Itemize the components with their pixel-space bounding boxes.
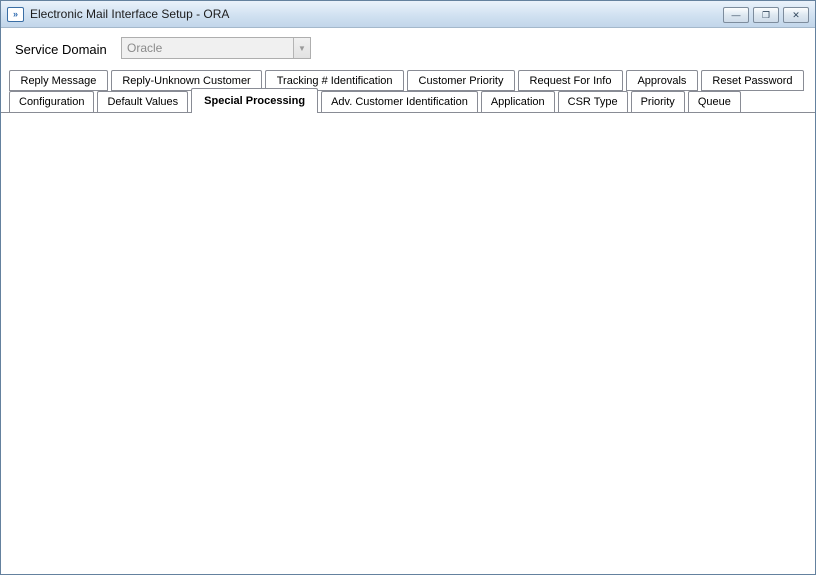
tab-special-processing[interactable]: Special Processing <box>191 88 318 113</box>
tab-customer-priority[interactable]: Customer Priority <box>407 70 515 91</box>
tab-configuration[interactable]: Configuration <box>9 91 94 112</box>
tab-priority[interactable]: Priority <box>631 91 685 112</box>
tab-application[interactable]: Application <box>481 91 555 112</box>
chevron-down-icon[interactable]: ▼ <box>293 38 310 58</box>
tab-row-upper: Reply MessageReply-Unknown CustomerTrack… <box>9 70 807 91</box>
tab-content-panel <box>1 112 815 574</box>
app-icon: » <box>7 7 24 22</box>
service-domain-combobox[interactable]: Oracle ▼ <box>121 37 311 59</box>
maximize-icon[interactable]: ❐ <box>753 7 779 23</box>
window-controls: — ❐ ✕ <box>723 7 809 23</box>
tab-request-for-info[interactable]: Request For Info <box>518 70 623 91</box>
close-icon[interactable]: ✕ <box>783 7 809 23</box>
titlebar[interactable]: » Electronic Mail Interface Setup - ORA … <box>1 1 815 28</box>
tab-reply-message[interactable]: Reply Message <box>9 70 108 91</box>
tab-reset-password[interactable]: Reset Password <box>701 70 804 91</box>
service-domain-label: Service Domain <box>15 42 107 57</box>
dialog-window: » Electronic Mail Interface Setup - ORA … <box>0 0 816 575</box>
tab-csr-type[interactable]: CSR Type <box>558 91 628 112</box>
tab-row-lower: ConfigurationDefault ValuesSpecial Proce… <box>9 91 744 112</box>
tab-default-values[interactable]: Default Values <box>97 91 188 112</box>
tab-adv-customer-identification[interactable]: Adv. Customer Identification <box>321 91 478 112</box>
tab-approvals[interactable]: Approvals <box>626 70 698 91</box>
minimize-icon[interactable]: — <box>723 7 749 23</box>
window-title: Electronic Mail Interface Setup - ORA <box>30 7 229 21</box>
service-domain-value: Oracle <box>122 38 293 58</box>
tab-queue[interactable]: Queue <box>688 91 741 112</box>
